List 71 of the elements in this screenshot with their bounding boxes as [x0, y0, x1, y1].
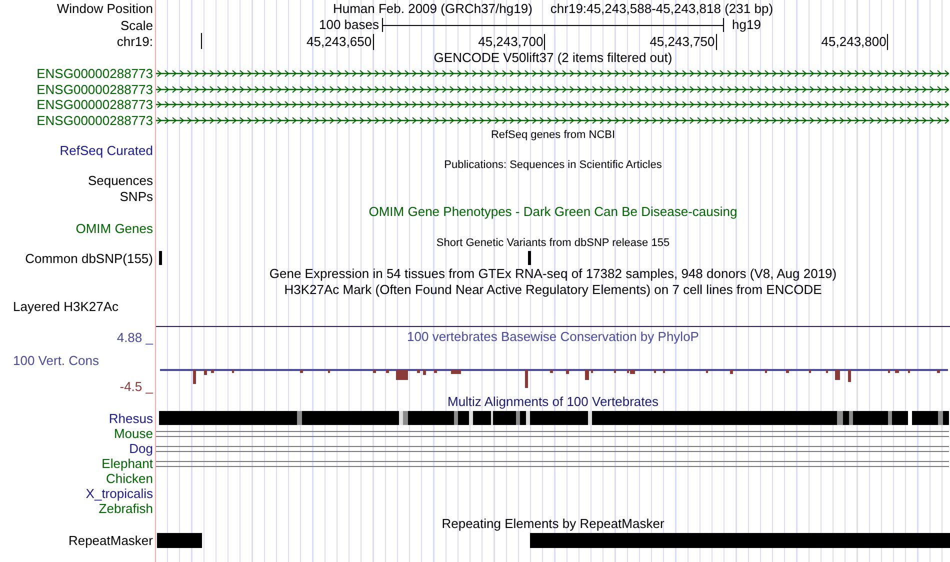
score-bar: [417, 370, 420, 373]
score-bar: [525, 370, 528, 388]
track-label: Layered H3K27Ac: [13, 300, 119, 312]
track-title: H3K27Ac Mark (Often Found Near Active Regulatory Elements) on 7 cell lines from ENCODE: [284, 281, 822, 300]
variant-mark: [159, 251, 162, 265]
track-label: SNPs: [120, 190, 153, 202]
score-bar: [937, 370, 940, 373]
score-bar: [193, 370, 196, 384]
ruler-tick: [201, 33, 202, 49]
repeat-element: [157, 532, 202, 548]
track-title: Repeating Elements by RepeatMasker: [442, 515, 664, 534]
track-label: Dog: [129, 442, 153, 455]
score-bar: [204, 370, 207, 375]
track-title: Publications: Sequences in Scientific Articles: [444, 158, 662, 173]
row-label: chr19:: [116, 35, 153, 48]
track-label: Common dbSNP(155): [25, 252, 153, 264]
track-title: 100 vertebrates Basewise Conservation by PhyloP: [407, 328, 699, 346]
score-bar: [423, 370, 426, 375]
track-title: Short Genetic Variants from dbSNP release 155: [436, 236, 670, 251]
score-bar: [786, 370, 789, 373]
row-label: Scale: [120, 18, 153, 32]
position-text: chr19:45,243,588-45,243,818 (231 bp): [550, 0, 774, 18]
score-bar: [848, 370, 851, 382]
track-title: Gene Expression in 54 tissues from GTEx RNA-seq of 17382 samples, 948 donors (V8, Aug 2019): [269, 265, 837, 284]
track-label: Elephant: [102, 457, 153, 470]
score-bar: [835, 370, 840, 380]
score-bar: [386, 370, 389, 373]
track-title: RefSeq genes from NCBI: [490, 128, 616, 143]
track-title: Multiz Alignments of 100 Vertebrates: [447, 393, 658, 412]
track-label: 100 Vert. Cons: [13, 354, 99, 368]
ruler-label: 45,243,650: [306, 34, 372, 50]
track-label: ENSG00000288773: [36, 98, 153, 112]
ruler-tick: [544, 34, 546, 50]
score-bar: [585, 370, 589, 380]
score-bar: [550, 370, 553, 373]
ruler-label: 45,243,700: [478, 34, 544, 50]
score-bar: [373, 370, 376, 373]
row-label: Window Position: [56, 2, 153, 15]
ruler-tick: [716, 34, 717, 50]
scale-length: 100 bases: [318, 16, 380, 34]
track-label: Chicken: [106, 472, 153, 485]
score-bar: [451, 370, 461, 374]
axis-min: -4.5 _: [120, 380, 153, 393]
score-bar: [396, 370, 408, 380]
assembly-name: Human Feb. 2009 (GRCh37/hg19): [332, 0, 532, 18]
ruler-label: 45,243,800: [821, 34, 886, 50]
ruler-label: 45,243,750: [650, 34, 715, 50]
ruler-tick: [372, 34, 374, 50]
score-bar: [211, 370, 214, 373]
track-label: ENSG00000288773: [36, 67, 153, 80]
track-title: OMIM Gene Phenotypes - Dark Green Can Be Disease-causing: [368, 203, 738, 222]
track-label: ENSG00000288773: [36, 114, 153, 127]
variant-mark: [528, 251, 531, 265]
track-label: Mouse: [114, 427, 153, 440]
score-bar: [566, 370, 569, 374]
scale-assembly: hg19: [732, 17, 761, 32]
axis-max: 4.88 _: [116, 331, 153, 344]
track-title: GENCODE V50lift37 (2 items filtered out): [434, 49, 672, 68]
score-bar: [300, 370, 303, 373]
track-label: RefSeq Curated: [60, 144, 153, 156]
ruler-tick: [887, 34, 888, 50]
track-label: RepeatMasker: [68, 534, 153, 546]
track-label: ENSG00000288773: [36, 82, 153, 96]
score-bar: [434, 370, 437, 373]
track-label: Sequences: [88, 174, 153, 186]
track-label: OMIM Genes: [76, 222, 153, 234]
track-label: Zebrafish: [98, 502, 153, 515]
score-bar: [730, 370, 733, 374]
track-label: Rhesus: [108, 412, 153, 424]
track-label: X_tropicalis: [86, 487, 153, 500]
score-bar: [895, 370, 899, 373]
